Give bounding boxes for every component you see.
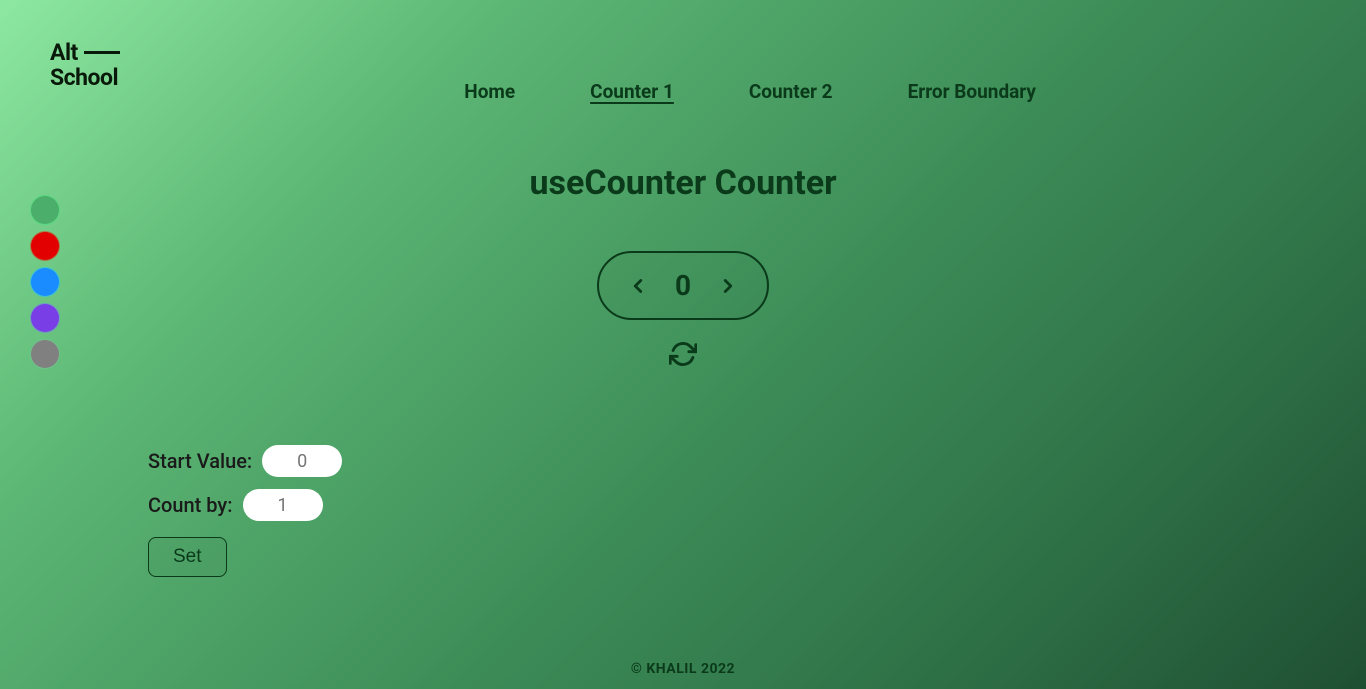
increment-button[interactable] (717, 272, 739, 300)
form-section: Start Value: Count by: Set (148, 445, 342, 577)
logo-text-2: School (50, 65, 120, 90)
chevron-right-icon (717, 272, 739, 300)
swatch-gray[interactable] (30, 339, 60, 369)
logo-dash-icon (84, 51, 120, 54)
start-value-label: Start Value: (148, 449, 252, 473)
start-value-input[interactable] (262, 445, 342, 477)
start-value-row: Start Value: (148, 445, 342, 477)
color-swatches (30, 195, 60, 369)
reset-button[interactable] (669, 340, 697, 371)
main-nav: Home Counter 1 Counter 2 Error Boundary (464, 40, 1036, 103)
counter-container: 0 (0, 251, 1366, 371)
swatch-red[interactable] (30, 231, 60, 261)
page-title: useCounter Counter (0, 163, 1366, 203)
count-by-input[interactable] (243, 489, 323, 521)
header: Alt School Home Counter 1 Counter 2 Erro… (0, 0, 1366, 103)
decrement-button[interactable] (627, 272, 649, 300)
chevron-left-icon (627, 272, 649, 300)
swatch-green[interactable] (30, 195, 60, 225)
refresh-icon (669, 340, 697, 368)
swatch-purple[interactable] (30, 303, 60, 333)
counter-value: 0 (675, 269, 691, 302)
footer-copyright: © KHALIL 2022 (0, 661, 1366, 677)
counter-capsule: 0 (597, 251, 769, 320)
nav-item-error-boundary[interactable]: Error Boundary (908, 80, 1036, 103)
nav-item-counter-2[interactable]: Counter 2 (749, 80, 833, 103)
set-button[interactable]: Set (148, 537, 227, 577)
logo-text-1: Alt (50, 40, 78, 65)
nav-item-counter-1[interactable]: Counter 1 (590, 80, 674, 103)
swatch-blue[interactable] (30, 267, 60, 297)
logo: Alt School (50, 40, 120, 91)
count-by-row: Count by: (148, 489, 342, 521)
nav-item-home[interactable]: Home (464, 80, 515, 103)
count-by-label: Count by: (148, 493, 233, 517)
